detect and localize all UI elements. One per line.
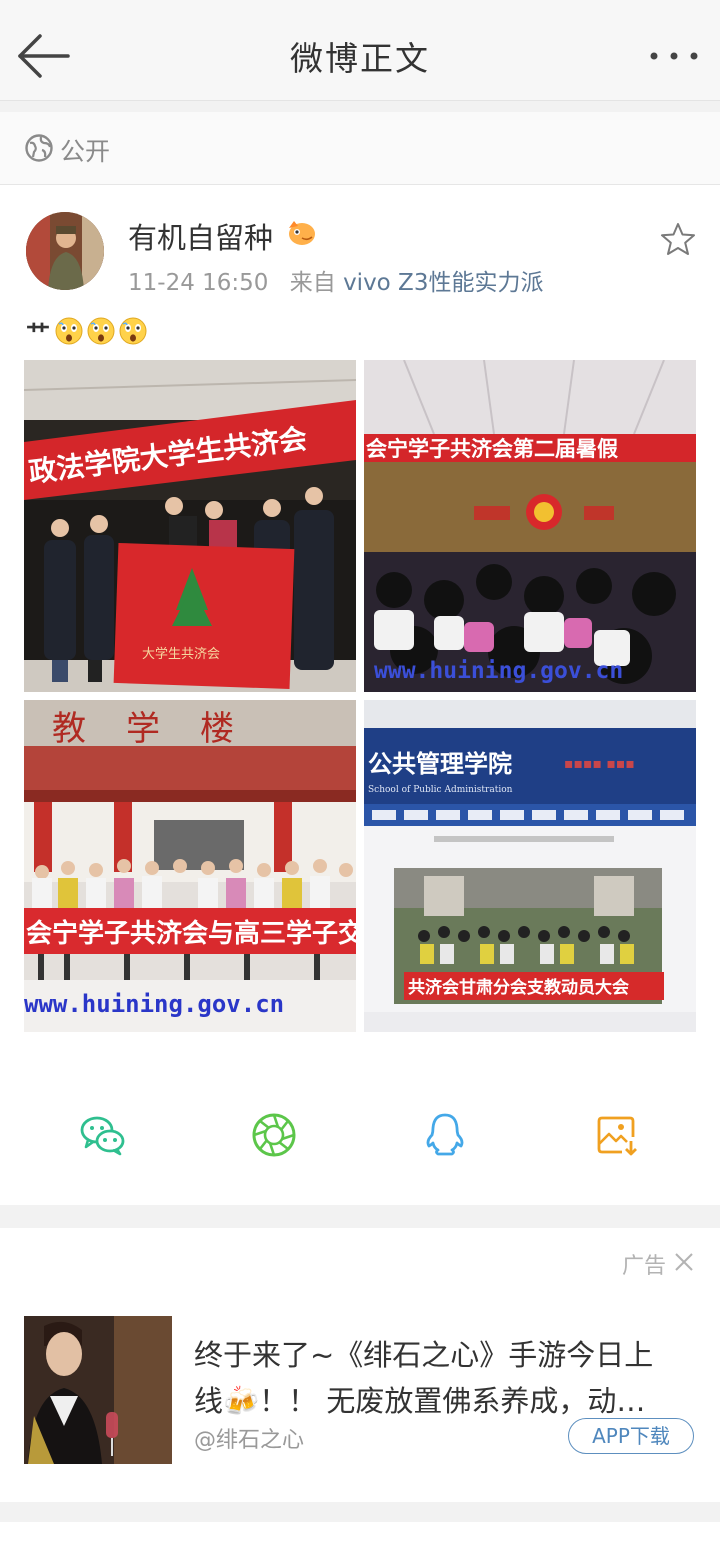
close-icon[interactable] [672,1250,696,1274]
globe-icon [25,134,53,162]
photo-3-watermark: www.huining.gov.cn [24,990,284,1018]
ad-label: 广告 [622,1254,667,1279]
bottom-tabs-strip [0,1522,720,1556]
share-bar [0,1090,720,1180]
post-text: 艹 [26,313,148,349]
page-title: 微博正文 [290,39,430,78]
top-bar: 微博正文 [0,0,720,101]
favorite-star-icon[interactable] [660,221,696,257]
source-prefix: 来自 [289,270,336,296]
ad-image[interactable] [24,1316,172,1464]
post-image-2[interactable]: 会宁学子共济会第二届暑假 www.huining.gov.cn [364,360,696,692]
astonished-emoji-icon [55,317,83,345]
wechat-icon[interactable] [78,1110,128,1160]
more-options-button[interactable] [646,38,702,74]
ad-source[interactable]: @绯石之心 [194,1422,304,1454]
post-image-1[interactable]: 政法学院大学生共济会 大学生共济会 [24,360,356,692]
ad-card[interactable]: 广告 终于来了~《绯石之心》手游今日上 线🍻！！ 无废放置佛系养成，动… @绯石… [0,1228,720,1502]
visibility-row: 公开 [0,112,720,185]
visibility-label: 公开 [60,137,111,166]
post-meta: 11-24 16:50 来自 vivo Z3性能实力派 [128,263,543,297]
photo-2-banner: 会宁学子共济会第二届暑假 [366,437,618,461]
post-time: 11-24 16:50 [128,270,269,296]
author-name[interactable]: 有机自留种 [128,215,273,257]
app-download-button[interactable]: APP下载 [568,1418,694,1454]
post-text-mark: 艹 [26,319,50,348]
post-image-3[interactable]: 教学楼 会宁学子共济会与高三学子交流 www.huining.gov.cn [24,700,356,1032]
photo-3-banner: 会宁学子共济会与高三学子交流 [26,918,356,949]
avatar[interactable] [26,212,104,290]
moments-icon[interactable] [249,1110,299,1160]
post-source[interactable]: 来自 vivo Z3性能实力派 [290,270,544,296]
member-badge-icon[interactable] [286,218,318,248]
source-name: vivo Z3性能实力派 [343,270,544,296]
photo-1-flag-text: 大学生共济会 [142,646,220,662]
weibo-post-page: 微博正文 公开 有机自留种 11-24 16:50 来自 vivo Z3性能实力… [0,0,720,1556]
ad-headline-line-1: 终于来了~《绯石之心》手游今日上 [194,1338,654,1372]
photo-4-site-subtitle: School of Public Administration [368,785,513,795]
astonished-emoji-icon [87,317,115,345]
save-image-icon[interactable] [592,1110,642,1160]
ad-headline[interactable]: 终于来了~《绯石之心》手游今日上 线🍻！！ 无废放置佛系养成，动… [194,1332,698,1424]
photo-4-banner: 共济会甘肃分会支教动员大会 [408,977,629,998]
post-card: 有机自留种 11-24 16:50 来自 vivo Z3性能实力派 艹 政法学院… [0,185,720,1205]
photo-2-watermark: www.huining.gov.cn [374,658,623,684]
photo-3-sign: 教学楼 [52,709,274,749]
more-dots-icon [650,52,698,60]
post-image-4[interactable]: 公共管理学院 School of Public Administration ▪… [364,700,696,1032]
astonished-emoji-icon [119,317,147,345]
qq-icon[interactable] [420,1110,470,1160]
svg-text:▪▪▪▪ ▪▪▪: ▪▪▪▪ ▪▪▪ [564,756,635,772]
photo-4-site-title: 公共管理学院 [368,750,512,778]
